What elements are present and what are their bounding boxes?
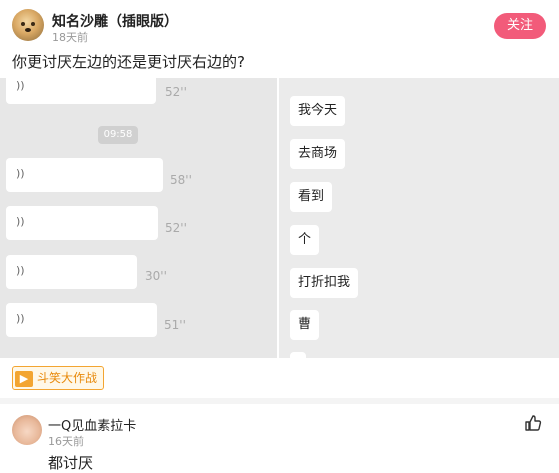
comment-time: 16天前 bbox=[48, 435, 84, 448]
author-avatar[interactable] bbox=[12, 9, 44, 41]
text-message: 打折扣我 bbox=[290, 268, 359, 298]
commenter-name[interactable]: 一Q见血素拉卡 bbox=[48, 415, 136, 434]
topic-tag[interactable]: ▶ 斗笑大作战 bbox=[12, 366, 105, 390]
voice-message: )) bbox=[6, 255, 137, 289]
voice-duration: 51'' bbox=[164, 318, 186, 332]
voice-icon: )) bbox=[16, 167, 25, 180]
voice-icon: )) bbox=[16, 79, 25, 92]
chat-left-panel: )) 52'' 09:58 )) 58'' )) 52'' )) 30'' ))… bbox=[0, 78, 277, 358]
chat-right-panel: 我今天 去商场 看到 个 打折扣我 曹 bbox=[279, 78, 559, 358]
time-divider: 09:58 bbox=[98, 126, 138, 144]
voice-message: )) bbox=[6, 78, 156, 104]
voice-message: )) bbox=[6, 158, 163, 192]
commenter-avatar[interactable] bbox=[12, 415, 42, 445]
voice-icon: )) bbox=[16, 264, 25, 277]
text-message: 个 bbox=[290, 225, 320, 255]
author-name[interactable]: 知名沙雕（插眼版） bbox=[52, 11, 178, 31]
megaphone-icon: ▶ bbox=[15, 370, 33, 387]
post-image[interactable]: )) 52'' 09:58 )) 58'' )) 52'' )) 30'' ))… bbox=[0, 78, 559, 358]
text-message: 看到 bbox=[290, 182, 333, 212]
comment-text: 都讨厌 bbox=[48, 454, 94, 472]
topic-label: 斗笑大作战 bbox=[37, 371, 98, 385]
voice-message: )) bbox=[6, 206, 158, 240]
text-message: 去商场 bbox=[290, 139, 346, 169]
voice-message: )) bbox=[6, 303, 157, 337]
post-time: 18天前 bbox=[52, 31, 88, 44]
post-title: 你更讨厌左边的还是更讨厌右边的? bbox=[12, 53, 245, 71]
section-divider bbox=[0, 398, 559, 404]
voice-icon: )) bbox=[16, 312, 25, 325]
voice-duration: 58'' bbox=[170, 173, 192, 187]
avatar-eye bbox=[21, 22, 25, 26]
voice-duration: 52'' bbox=[165, 85, 187, 99]
voice-duration: 52'' bbox=[165, 221, 187, 235]
voice-duration: 30'' bbox=[145, 269, 167, 283]
follow-button[interactable]: 关注 bbox=[494, 13, 546, 39]
like-button[interactable] bbox=[524, 414, 542, 432]
text-message: 曹 bbox=[290, 310, 320, 340]
voice-icon: )) bbox=[16, 215, 25, 228]
thumbs-up-icon bbox=[525, 415, 542, 431]
avatar-eye bbox=[31, 22, 35, 26]
avatar-nose bbox=[25, 28, 31, 32]
text-message: 我今天 bbox=[290, 96, 346, 126]
text-message-partial bbox=[290, 352, 306, 358]
